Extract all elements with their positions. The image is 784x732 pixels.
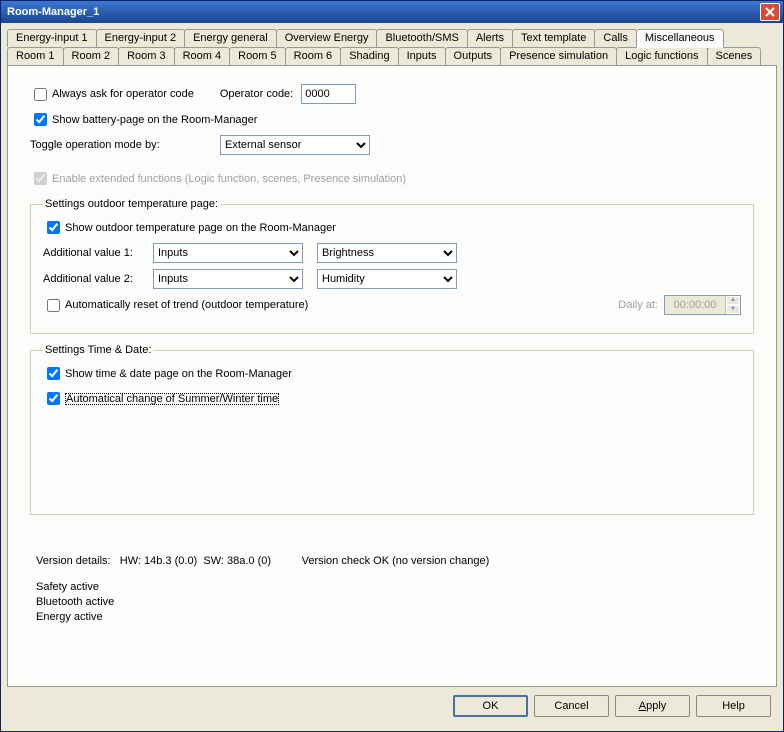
toggle-mode-label: Toggle operation mode by:	[30, 139, 220, 151]
operator-code-label: Operator code:	[220, 88, 293, 100]
tabstrip: Room 1Room 2Room 3Room 4Room 5Room 6Shad…	[7, 29, 777, 65]
close-button[interactable]	[760, 3, 780, 21]
tab-miscellaneous[interactable]: Miscellaneous	[636, 29, 724, 48]
tab-inputs[interactable]: Inputs	[398, 47, 446, 65]
auto-dst-label[interactable]: Automatical change of Summer/Winter time	[65, 393, 279, 405]
dialog-window: Room-Manager_1 Room 1Room 2Room 3Room 4R…	[0, 0, 784, 732]
spinner-up-icon: ▲	[726, 296, 740, 305]
button-bar: OK Cancel Apply Help	[7, 687, 777, 725]
spinner-buttons: ▲ ▼	[725, 296, 740, 314]
show-time-date-checkbox[interactable]	[47, 367, 60, 380]
show-outdoor-checkbox[interactable]	[47, 221, 60, 234]
operator-code-input[interactable]	[301, 84, 356, 104]
tab-shading[interactable]: Shading	[340, 47, 398, 65]
close-icon	[765, 7, 775, 17]
tab-room-3[interactable]: Room 3	[118, 47, 175, 65]
outdoor-temperature-group: Settings outdoor temperature page: Show …	[30, 198, 754, 334]
enable-extended-label: Enable extended functions (Logic functio…	[52, 173, 406, 185]
status-line: Bluetooth active	[36, 596, 754, 608]
status-line: Energy active	[36, 611, 754, 623]
tab-room-6[interactable]: Room 6	[285, 47, 342, 65]
tab-outputs[interactable]: Outputs	[445, 47, 502, 65]
status-block: Safety active Bluetooth active Energy acti…	[36, 581, 754, 623]
show-battery-checkbox[interactable]	[34, 113, 47, 126]
window-title: Room-Manager_1	[7, 6, 760, 18]
additional-value-1-label: Additional value 1:	[43, 247, 153, 259]
tab-energy-general[interactable]: Energy general	[184, 29, 277, 47]
time-date-legend: Settings Time & Date:	[43, 344, 153, 356]
daily-at-input	[665, 296, 725, 314]
version-prefix: Version details:	[36, 555, 111, 567]
ok-button[interactable]: OK	[453, 695, 528, 717]
tab-energy-input-2[interactable]: Energy-input 2	[96, 29, 186, 47]
tab-text-template[interactable]: Text template	[512, 29, 595, 47]
tab-room-2[interactable]: Room 2	[63, 47, 120, 65]
tab-calls[interactable]: Calls	[594, 29, 636, 47]
tab-scenes[interactable]: Scenes	[707, 47, 762, 65]
auto-dst-checkbox[interactable]	[47, 392, 60, 405]
tab-room-4[interactable]: Room 4	[174, 47, 231, 65]
tab-logic-functions[interactable]: Logic functions	[616, 47, 707, 65]
cancel-button[interactable]: Cancel	[534, 695, 609, 717]
version-check: Version check OK (no version change)	[302, 555, 490, 567]
always-ask-operator-label[interactable]: Always ask for operator code	[52, 88, 194, 100]
version-sw: SW: 38a.0 (0)	[203, 555, 271, 567]
titlebar: Room-Manager_1	[1, 1, 783, 23]
show-outdoor-label[interactable]: Show outdoor temperature page on the Roo…	[65, 222, 336, 234]
enable-extended-checkbox	[34, 172, 47, 185]
spinner-down-icon: ▼	[726, 305, 740, 314]
version-hw: HW: 14b.3 (0.0)	[120, 555, 197, 567]
additional-value-2-label: Additional value 2:	[43, 273, 153, 285]
auto-reset-trend-checkbox[interactable]	[47, 299, 60, 312]
additional-value-1-source-select[interactable]: Inputs	[153, 243, 303, 263]
show-battery-label[interactable]: Show battery-page on the Room-Manager	[52, 114, 257, 126]
help-button[interactable]: Help	[696, 695, 771, 717]
tab-presence-simulation[interactable]: Presence simulation	[500, 47, 617, 65]
version-details: Version details: HW: 14b.3 (0.0) SW: 38a…	[36, 555, 754, 567]
outdoor-group-legend: Settings outdoor temperature page:	[43, 198, 220, 210]
auto-reset-trend-label[interactable]: Automatically reset of trend (outdoor te…	[65, 299, 308, 311]
tab-content-miscellaneous: Always ask for operator code Operator co…	[7, 65, 777, 687]
tab-alerts[interactable]: Alerts	[467, 29, 513, 47]
tab-room-1[interactable]: Room 1	[7, 47, 64, 65]
dialog-body: Room 1Room 2Room 3Room 4Room 5Room 6Shad…	[1, 23, 783, 731]
always-ask-operator-checkbox[interactable]	[34, 88, 47, 101]
toggle-mode-select[interactable]: External sensor	[220, 135, 370, 155]
daily-at-label: Daily at:	[618, 299, 658, 311]
daily-at-spinner: ▲ ▼	[664, 295, 741, 315]
tab-overview-energy[interactable]: Overview Energy	[276, 29, 378, 47]
tab-energy-input-1[interactable]: Energy-input 1	[7, 29, 97, 47]
time-date-group: Settings Time & Date: Show time & date p…	[30, 344, 754, 515]
additional-value-1-type-select[interactable]: Brightness	[317, 243, 457, 263]
additional-value-2-source-select[interactable]: Inputs	[153, 269, 303, 289]
tab-room-5[interactable]: Room 5	[229, 47, 286, 65]
status-line: Safety active	[36, 581, 754, 593]
show-time-date-label[interactable]: Show time & date page on the Room-Manage…	[65, 368, 292, 380]
additional-value-2-type-select[interactable]: Humidity	[317, 269, 457, 289]
apply-button[interactable]: Apply	[615, 695, 690, 717]
tab-bluetooth-sms[interactable]: Bluetooth/SMS	[376, 29, 467, 47]
